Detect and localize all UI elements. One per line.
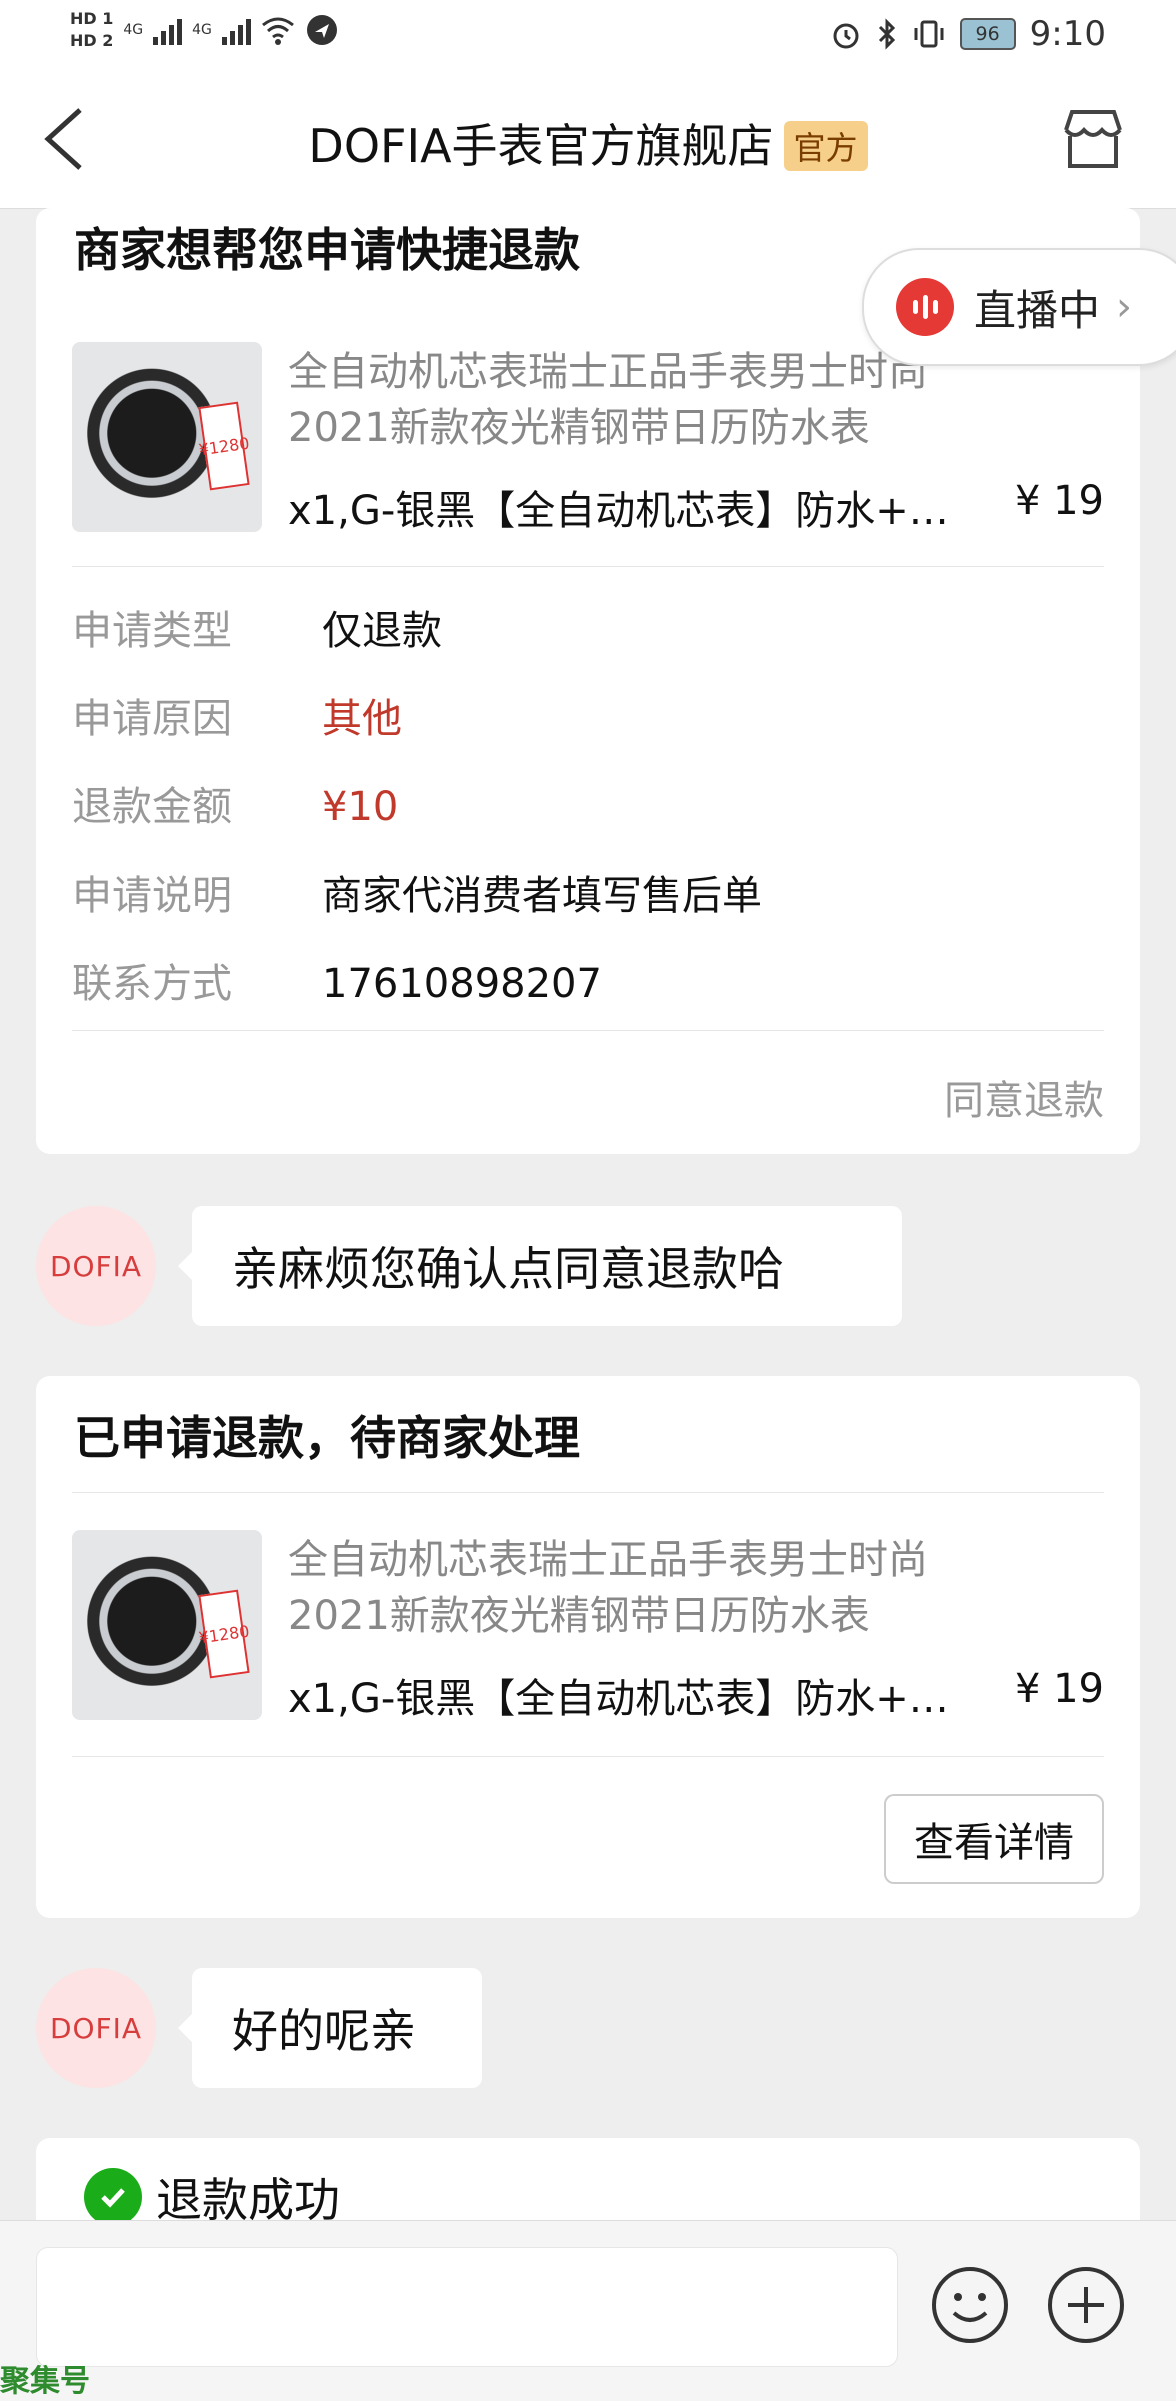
store-name: DOFIA手表官方旗舰店 — [308, 119, 774, 173]
divider — [72, 1492, 1104, 1493]
live-stream-button[interactable]: 直播中 › — [862, 248, 1176, 366]
network1-label: 4G — [123, 22, 144, 38]
chat-message: 好的呢亲 — [178, 1968, 482, 2088]
info-row-contact: 联系方式 17610898207 — [72, 951, 602, 1009]
agree-refund-button[interactable]: 同意退款 — [944, 1068, 1104, 1126]
info-label: 申请说明 — [72, 873, 232, 919]
live-label: 直播中 — [974, 285, 1101, 335]
divider — [72, 1030, 1104, 1031]
info-row-type: 申请类型 仅退款 — [72, 598, 442, 656]
info-label: 申请类型 — [72, 608, 232, 654]
location-icon — [306, 15, 337, 45]
product-price: ¥ 19 — [1014, 1666, 1104, 1712]
product-image[interactable]: ¥1280 — [72, 1530, 262, 1720]
page-title: DOFIA手表官方旗舰店 官方 — [0, 110, 1176, 176]
info-row-amount: 退款金额 ¥10 — [72, 774, 398, 832]
info-label: 联系方式 — [72, 961, 232, 1007]
store-icon[interactable] — [1058, 104, 1128, 174]
input-bar — [0, 2220, 1176, 2401]
network2-label: 4G — [192, 22, 212, 38]
clock: 9:10 — [1029, 14, 1106, 54]
card-title: 商家想帮您申请快捷退款 — [74, 223, 580, 277]
info-value: 其他 — [322, 696, 402, 742]
alarm-icon — [833, 23, 859, 49]
divider — [72, 566, 1104, 567]
message-input[interactable] — [36, 2247, 898, 2367]
info-value: 商家代消费者填写售后单 — [322, 873, 762, 919]
info-row-reason: 申请原因 其他 — [72, 686, 402, 744]
hd1-indicator: HD 1 — [70, 9, 114, 28]
price-tag: ¥1280 — [197, 401, 251, 491]
info-row-note: 申请说明 商家代消费者填写售后单 — [72, 863, 762, 921]
info-value: ¥10 — [322, 784, 399, 830]
info-value: 仅退款 — [322, 608, 442, 654]
status-bar: HD 1 HD 2 4G 4G 96 9:10 — [0, 0, 1176, 72]
product-spec: x1,G-银黑【全自动机芯表】防水+… — [288, 1676, 949, 1722]
battery-icon: 96 — [959, 18, 1016, 50]
signal2-icon — [221, 15, 251, 45]
chevron-right-icon: › — [1116, 284, 1133, 330]
wifi-icon — [261, 17, 294, 45]
status-right: 96 9:10 — [830, 14, 1106, 54]
product-spec: x1,G-银黑【全自动机芯表】防水+… — [288, 488, 949, 534]
emoji-icon[interactable] — [930, 2265, 1010, 2345]
signal1-icon — [153, 15, 183, 45]
view-details-button[interactable]: 查看详情 — [884, 1794, 1104, 1884]
price-tag: ¥1280 — [197, 1589, 251, 1679]
info-value: 17610898207 — [322, 961, 602, 1007]
official-badge: 官方 — [783, 120, 868, 171]
vibrate-icon — [914, 20, 944, 48]
bluetooth-icon — [878, 18, 895, 50]
hd2-indicator: HD 2 — [70, 31, 114, 50]
check-icon — [84, 2168, 142, 2226]
live-icon — [896, 278, 954, 336]
refund-pending-card: 已申请退款，待商家处理 ¥1280 全自动机芯表瑞士正品手表男士时尚2021新款… — [36, 1376, 1140, 1918]
nav-bar: DOFIA手表官方旗舰店 官方 — [0, 72, 1176, 209]
status-left: HD 1 HD 2 4G 4G — [70, 10, 339, 50]
avatar[interactable]: DOFIA — [36, 1206, 156, 1326]
chat-message: 亲麻烦您确认点同意退款哈 — [178, 1206, 902, 1326]
plus-icon[interactable] — [1046, 2265, 1126, 2345]
info-label: 申请原因 — [72, 696, 232, 742]
product-name[interactable]: 全自动机芯表瑞士正品手表男士时尚2021新款夜光精钢带日历防水表 — [288, 1532, 1008, 1644]
product-image[interactable]: ¥1280 — [72, 342, 262, 532]
divider — [72, 1756, 1104, 1757]
card-title: 已申请退款，待商家处理 — [74, 1411, 580, 1465]
product-price: ¥ 19 — [1014, 478, 1104, 524]
watermark: 聚集号 — [0, 2364, 90, 2399]
avatar[interactable]: DOFIA — [36, 1968, 156, 2088]
info-label: 退款金额 — [72, 784, 232, 830]
